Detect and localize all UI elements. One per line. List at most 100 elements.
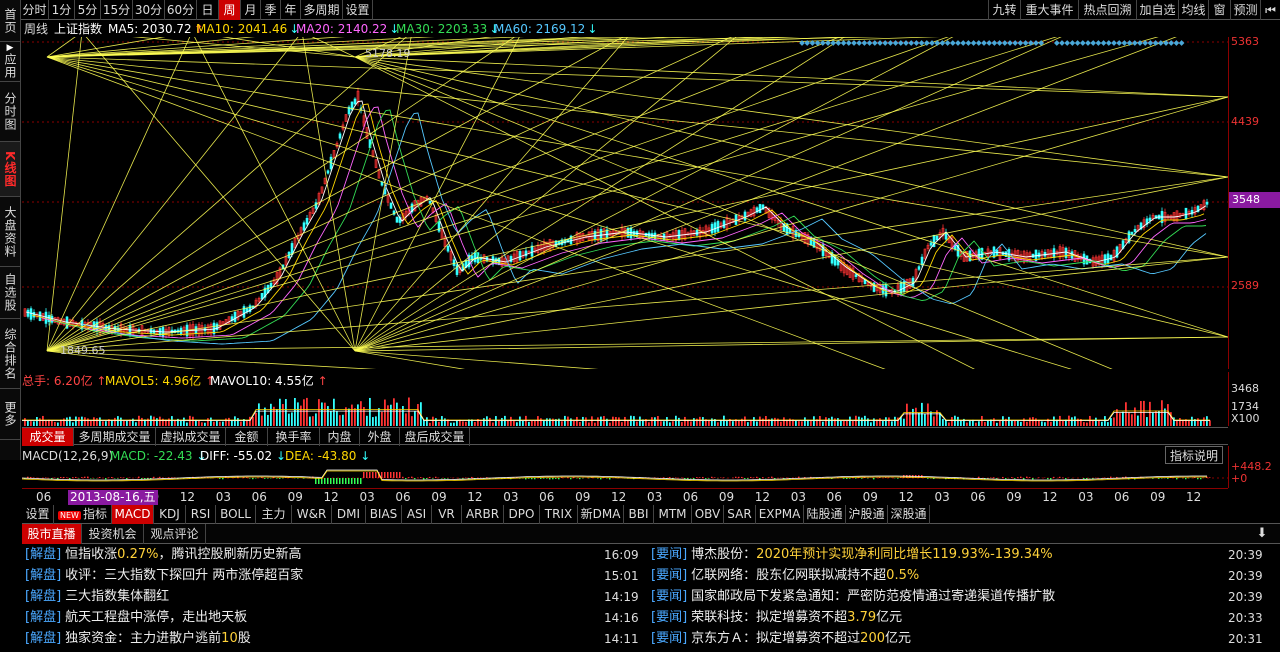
- news-tab-2[interactable]: 观点评论: [144, 524, 206, 544]
- volume-bar: [1140, 401, 1142, 426]
- indicator-tab-8[interactable]: DMI: [332, 505, 366, 524]
- indicator-explain-button[interactable]: 指标说明: [1165, 446, 1223, 464]
- indicator-tab-2[interactable]: MACD: [112, 505, 154, 524]
- indicator-tab-13[interactable]: DPO: [504, 505, 540, 524]
- volume-bar: [489, 417, 491, 426]
- indicator-tab-4[interactable]: RSI: [186, 505, 216, 524]
- download-icon[interactable]: ⬇: [1254, 526, 1270, 542]
- period-tab-2[interactable]: 5分: [75, 0, 101, 20]
- kline-chart[interactable]: [22, 37, 1228, 369]
- gann-line: [46, 350, 196, 369]
- indicator-tab-20[interactable]: EXPMA: [756, 505, 804, 524]
- indicator-tab-16[interactable]: BBI: [624, 505, 654, 524]
- left-nav-item-6[interactable]: 综合排名: [0, 319, 20, 389]
- volume-bar: [1131, 414, 1133, 426]
- left-nav-label: 自选股: [3, 273, 17, 312]
- tool-button-2[interactable]: 热点回溯: [1078, 0, 1136, 20]
- period-tab-8[interactable]: 月: [241, 0, 261, 20]
- left-nav-item-3[interactable]: K线图: [0, 142, 20, 197]
- macd-bar: [711, 476, 713, 478]
- indicator-tab-6[interactable]: 主力: [256, 505, 292, 524]
- volume-bar: [45, 420, 47, 426]
- back-icon[interactable]: ⏮: [1260, 0, 1280, 20]
- volume-tab-3[interactable]: 金额: [226, 428, 268, 446]
- ma5-label: MA5: 2030.72 ↑: [108, 22, 204, 36]
- tool-button-1[interactable]: 重大事件: [1020, 0, 1078, 20]
- tool-button-5[interactable]: 窗: [1208, 0, 1230, 20]
- period-tab-5[interactable]: 60分: [165, 0, 197, 20]
- tool-button-3[interactable]: 加自选: [1136, 0, 1178, 20]
- indicator-tab-11[interactable]: VR: [432, 505, 462, 524]
- news-item[interactable]: [要闻] 国家邮政局下发紧急通知：严密防范疫情通过寄递渠道传播扩散: [651, 587, 1055, 607]
- gann-line: [46, 37, 841, 352]
- indicator-tab-15[interactable]: 新DMA: [578, 505, 624, 524]
- period-tab-3[interactable]: 15分: [101, 0, 133, 20]
- news-item[interactable]: [解盘] 航天工程盘中涨停，走出地天板: [25, 608, 247, 628]
- volume-tab-5[interactable]: 内盘: [320, 428, 360, 446]
- period-tab-0[interactable]: 分时: [21, 0, 49, 20]
- news-item[interactable]: [要闻] 博杰股份：2020年预计实现净利同比增长119.93%-139.34%: [651, 545, 1053, 565]
- news-item[interactable]: [解盘] 三大指数集体翻红: [25, 587, 169, 607]
- indicator-tab-5[interactable]: BOLL: [216, 505, 256, 524]
- period-tab-7[interactable]: 周: [219, 0, 241, 20]
- volume-bar: [255, 412, 257, 426]
- macd-bar: [1032, 478, 1034, 480]
- volume-chart[interactable]: [22, 386, 1228, 426]
- indicator-tab-9[interactable]: BIAS: [366, 505, 402, 524]
- volume-tab-7[interactable]: 盘后成交量: [400, 428, 470, 446]
- indicator-tab-22[interactable]: 沪股通: [846, 505, 888, 524]
- volume-bar: [726, 420, 728, 426]
- expand-arrow-icon: ▶: [6, 43, 14, 53]
- left-nav-item-2[interactable]: 分时图: [0, 82, 20, 142]
- indicator-tab-19[interactable]: SAR: [724, 505, 756, 524]
- period-tab-10[interactable]: 年: [281, 0, 301, 20]
- news-tab-1[interactable]: 投资机会: [82, 524, 144, 544]
- indicator-tab-14[interactable]: TRIX: [540, 505, 578, 524]
- news-item[interactable]: [要闻] 亿联网络：股东亿网联拟减持不超0.5%: [651, 566, 919, 586]
- news-item[interactable]: [要闻] 京东方Ａ：拟定增募资不超过200亿元: [651, 629, 911, 649]
- volume-bar: [117, 416, 119, 426]
- tool-button-4[interactable]: 均线: [1178, 0, 1208, 20]
- period-tab-1[interactable]: 1分: [49, 0, 75, 20]
- indicator-tab-12[interactable]: ARBR: [462, 505, 504, 524]
- left-nav-item-0[interactable]: 首页: [0, 0, 20, 42]
- volume-bar: [708, 420, 710, 426]
- period-tab-4[interactable]: 30分: [133, 0, 165, 20]
- macd-bar: [60, 476, 62, 478]
- indicator-tab-23[interactable]: 深股通: [888, 505, 930, 524]
- news-text: 独家资金：主力进散户逃前: [65, 631, 222, 646]
- period-tab-12[interactable]: 设置: [343, 0, 373, 20]
- volume-bar: [1176, 420, 1178, 426]
- indicator-tab-18[interactable]: OBV: [692, 505, 724, 524]
- volume-tab-4[interactable]: 换手率: [268, 428, 320, 446]
- volume-tab-0[interactable]: 成交量: [22, 428, 74, 446]
- period-tab-6[interactable]: 日: [197, 0, 219, 20]
- period-tab-11[interactable]: 多周期: [301, 0, 343, 20]
- left-nav-item-4[interactable]: 大盘资料: [0, 197, 20, 267]
- indicator-tab-21[interactable]: 陆股通: [804, 505, 846, 524]
- indicator-tab-1[interactable]: NEW指标广场: [54, 505, 112, 541]
- indicator-tab-10[interactable]: ASI: [402, 505, 432, 524]
- indicator-tab-17[interactable]: MTM: [654, 505, 692, 524]
- volume-tab-2[interactable]: 虚拟成交量: [156, 428, 226, 446]
- tool-button-6[interactable]: 预测: [1230, 0, 1260, 20]
- event-marker-icon: [882, 40, 889, 46]
- left-nav-item-5[interactable]: 自选股: [0, 267, 20, 319]
- indicator-tab-0[interactable]: 设置: [22, 505, 54, 524]
- left-nav-item-7[interactable]: 更多: [0, 389, 20, 440]
- volume-tab-6[interactable]: 外盘: [360, 428, 400, 446]
- macd-chart[interactable]: [22, 464, 1228, 488]
- volume-tab-1[interactable]: 多周期成交量: [74, 428, 156, 446]
- news-item[interactable]: [解盘] 独家资金：主力进散户逃前10股: [25, 629, 251, 649]
- indicator-tab-7[interactable]: W&R: [292, 505, 332, 524]
- news-item[interactable]: [解盘] 收评：三大指数下探回升 两市涨停超百家: [25, 566, 303, 586]
- news-item[interactable]: [要闻] 荣联科技：拟定增募资不超3.79亿元: [651, 608, 902, 628]
- tool-button-0[interactable]: 九转: [988, 0, 1020, 20]
- period-tab-9[interactable]: 季: [261, 0, 281, 20]
- left-nav-item-1[interactable]: ▶ 应用: [0, 42, 20, 82]
- macd-bar: [318, 478, 320, 484]
- news-item[interactable]: [解盘] 恒指收涨0.27%，腾讯控股刷新历史新高: [25, 545, 302, 565]
- indicator-tab-3[interactable]: KDJ: [154, 505, 186, 524]
- event-marker-icon: [1069, 40, 1076, 46]
- news-tab-0[interactable]: 股市直播: [22, 524, 82, 544]
